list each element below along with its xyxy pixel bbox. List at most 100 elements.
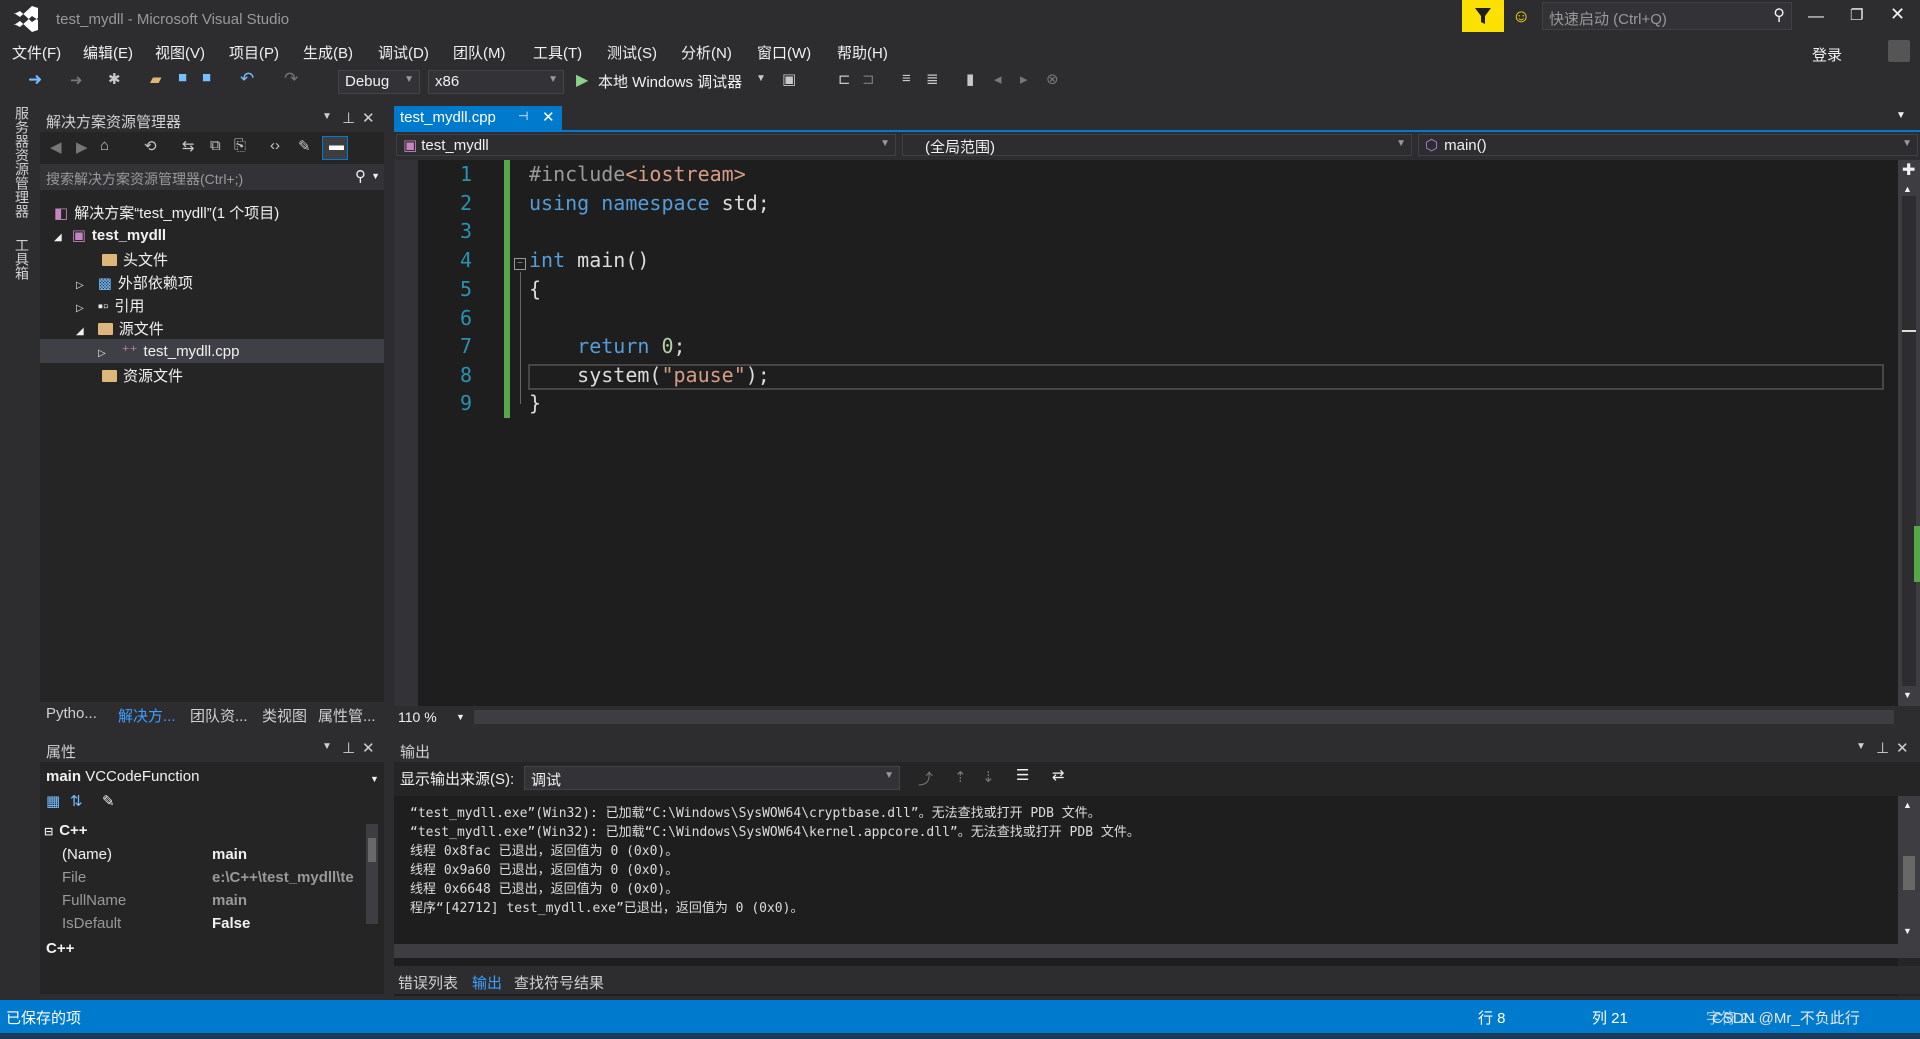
tab-class-view[interactable]: 类视图 xyxy=(262,705,307,726)
tab-solution-explorer[interactable]: 解决方... xyxy=(118,705,176,726)
search-icon[interactable]: ⚲ xyxy=(355,167,366,185)
tab-team-explorer[interactable]: 团队资... xyxy=(190,705,248,726)
scope-nav-select[interactable]: (全局范围) ▼ xyxy=(902,134,1412,156)
editor-horizontal-scrollbar[interactable] xyxy=(474,710,1894,724)
restore-button[interactable]: ❐ xyxy=(1850,6,1863,24)
solution-configuration-select[interactable]: Debug ▼ xyxy=(338,70,420,94)
account-avatar-icon[interactable] xyxy=(1888,40,1910,62)
comment-icon[interactable]: ≡ xyxy=(902,70,911,87)
clear-all-icon[interactable]: ☰ xyxy=(1016,766,1029,784)
solution-platform-select[interactable]: x86 ▼ xyxy=(428,70,564,94)
quick-launch-box[interactable]: 快速启动 (Ctrl+Q) ⚲ xyxy=(1542,2,1792,30)
collapse-arrow-icon[interactable]: ▷ xyxy=(76,280,84,291)
start-debugging-button[interactable]: 本地 Windows 调试器 xyxy=(598,71,742,92)
tab-overflow-icon[interactable]: ▼ xyxy=(1896,110,1906,121)
chevron-down-icon[interactable]: ▼ xyxy=(322,741,332,752)
menu-project[interactable]: 项目(P) xyxy=(229,42,279,63)
forward-icon[interactable]: ▶ xyxy=(76,138,88,156)
menu-analyze[interactable]: 分析(N) xyxy=(681,42,732,63)
prev-message-icon[interactable]: ⇡ xyxy=(954,768,967,786)
menu-tools[interactable]: 工具(T) xyxy=(533,42,582,63)
collapse-region-icon[interactable]: − xyxy=(514,258,526,270)
expand-icon[interactable]: ◢ xyxy=(76,326,84,337)
save-icon[interactable]: ■ xyxy=(178,69,187,86)
preview-selected-button[interactable]: ▬ xyxy=(322,136,348,160)
pin-icon[interactable]: ⊥ xyxy=(342,109,355,127)
menu-build[interactable]: 生成(B) xyxy=(303,42,353,63)
output-vertical-scrollbar[interactable]: ▲ ▼ xyxy=(1898,796,1920,958)
collapse-icon[interactable]: ⊟ xyxy=(44,826,53,838)
menu-test[interactable]: 测试(S) xyxy=(607,42,657,63)
scrollbar-thumb[interactable] xyxy=(368,838,376,862)
menu-view[interactable]: 视图(V) xyxy=(155,42,205,63)
output-source-select[interactable]: 调试 ▼ xyxy=(524,766,900,790)
pin-icon[interactable]: ⊣ xyxy=(518,109,528,123)
expand-icon[interactable]: ◢ xyxy=(54,232,62,243)
pin-icon[interactable]: ⊥ xyxy=(342,739,355,757)
save-all-icon[interactable]: ■ xyxy=(202,69,211,86)
toolbox-tab[interactable]: 工具箱 xyxy=(12,238,32,280)
close-icon[interactable]: ✕ xyxy=(1896,739,1909,757)
scroll-up-icon[interactable]: ▲ xyxy=(1903,800,1912,810)
chevron-down-icon[interactable]: ▼ xyxy=(456,712,465,722)
new-project-icon[interactable]: ✱ xyxy=(108,70,121,88)
scroll-down-icon[interactable]: ▼ xyxy=(1903,926,1912,936)
split-icon[interactable]: ✚ xyxy=(1902,160,1915,180)
undo-icon[interactable]: ↶ xyxy=(240,69,254,89)
property-row[interactable]: (Name) main xyxy=(62,846,362,863)
tab-find-symbol-results[interactable]: 查找符号结果 xyxy=(514,972,604,993)
find-in-files-icon[interactable]: ▣ xyxy=(782,70,796,88)
show-all-files-icon[interactable]: ⎘ xyxy=(234,137,246,154)
chevron-down-icon[interactable]: ▼ xyxy=(756,73,766,84)
tree-item-source-files[interactable]: ◢ 源文件 xyxy=(76,318,164,339)
menu-edit[interactable]: 编辑(E) xyxy=(83,42,133,63)
find-message-icon[interactable]: ⤴ xyxy=(918,768,933,789)
tab-error-list[interactable]: 错误列表 xyxy=(398,972,458,993)
close-icon[interactable]: ✕ xyxy=(362,109,375,127)
tree-item-resource-files[interactable]: 资源文件 xyxy=(102,365,183,386)
scroll-up-icon[interactable]: ▲ xyxy=(1903,184,1912,194)
feedback-smiley-icon[interactable]: ☺ xyxy=(1512,6,1530,27)
signin-link[interactable]: 登录 xyxy=(1812,44,1842,65)
tab-output[interactable]: 输出 xyxy=(472,972,502,993)
step-icon[interactable]: ⊏ xyxy=(838,70,851,88)
properties-scrollbar[interactable] xyxy=(366,824,378,924)
clear-bookmarks-icon[interactable]: ⊗ xyxy=(1046,70,1059,88)
navigate-forward-icon[interactable]: ➜ xyxy=(70,71,83,89)
property-category[interactable]: ⊟ C++ xyxy=(44,822,88,839)
member-nav-select[interactable]: ⬡ main() ▼ xyxy=(1418,134,1918,156)
tab-property-manager[interactable]: 属性管... xyxy=(318,705,376,726)
navigate-back-icon[interactable]: ➜ xyxy=(28,70,42,90)
tab-python[interactable]: Pytho... xyxy=(46,705,97,722)
next-message-icon[interactable]: ⇣ xyxy=(982,768,995,786)
tree-item-headers[interactable]: 头文件 xyxy=(102,249,168,270)
back-icon[interactable]: ◀ xyxy=(50,138,62,156)
chevron-down-icon[interactable]: ▼ xyxy=(322,111,332,122)
project-node[interactable]: ◢ ▣ test_mydll xyxy=(54,226,166,244)
chevron-down-icon[interactable]: ▼ xyxy=(371,171,380,181)
sort-alpha-icon[interactable]: ⇅ xyxy=(70,792,83,810)
tab-test-mydll-cpp[interactable]: test_mydll.cpp ⊣ ✕ xyxy=(394,106,562,130)
start-debugging-icon[interactable]: ▶ xyxy=(576,70,588,90)
close-icon[interactable]: ✕ xyxy=(362,739,375,757)
chevron-down-icon[interactable]: ▼ xyxy=(370,774,379,784)
property-row[interactable]: File e:\C++\test_mydll\te xyxy=(62,869,362,886)
collapse-arrow-icon[interactable]: ▷ xyxy=(76,303,84,314)
close-tab-icon[interactable]: ✕ xyxy=(542,108,555,126)
scroll-down-icon[interactable]: ▼ xyxy=(1903,690,1912,700)
minimize-button[interactable]: — xyxy=(1808,8,1824,26)
collapse-arrow-icon[interactable]: ▷ xyxy=(98,348,106,359)
code-editor[interactable]: 1 2 3 4 5 6 7 8 9 − #include<iostream> u… xyxy=(394,160,1920,706)
bookmark-icon[interactable]: ▮ xyxy=(966,70,974,88)
pin-icon[interactable]: ⊥ xyxy=(1876,739,1889,757)
collapse-all-icon[interactable]: ⧉ xyxy=(210,137,221,154)
menu-debug[interactable]: 调试(D) xyxy=(378,42,429,63)
property-row[interactable]: FullName main xyxy=(62,892,362,909)
history-icon[interactable]: ⟲ xyxy=(144,137,157,155)
solution-node[interactable]: ◧ 解决方案“test_mydll”(1 个项目) xyxy=(54,202,279,223)
menu-help[interactable]: 帮助(H) xyxy=(837,42,888,63)
close-window-button[interactable]: ✕ xyxy=(1890,4,1905,25)
chevron-down-icon[interactable]: ▼ xyxy=(1856,741,1866,752)
open-file-icon[interactable]: ▰ xyxy=(150,70,162,88)
uncomment-icon[interactable]: ≣ xyxy=(926,70,939,88)
